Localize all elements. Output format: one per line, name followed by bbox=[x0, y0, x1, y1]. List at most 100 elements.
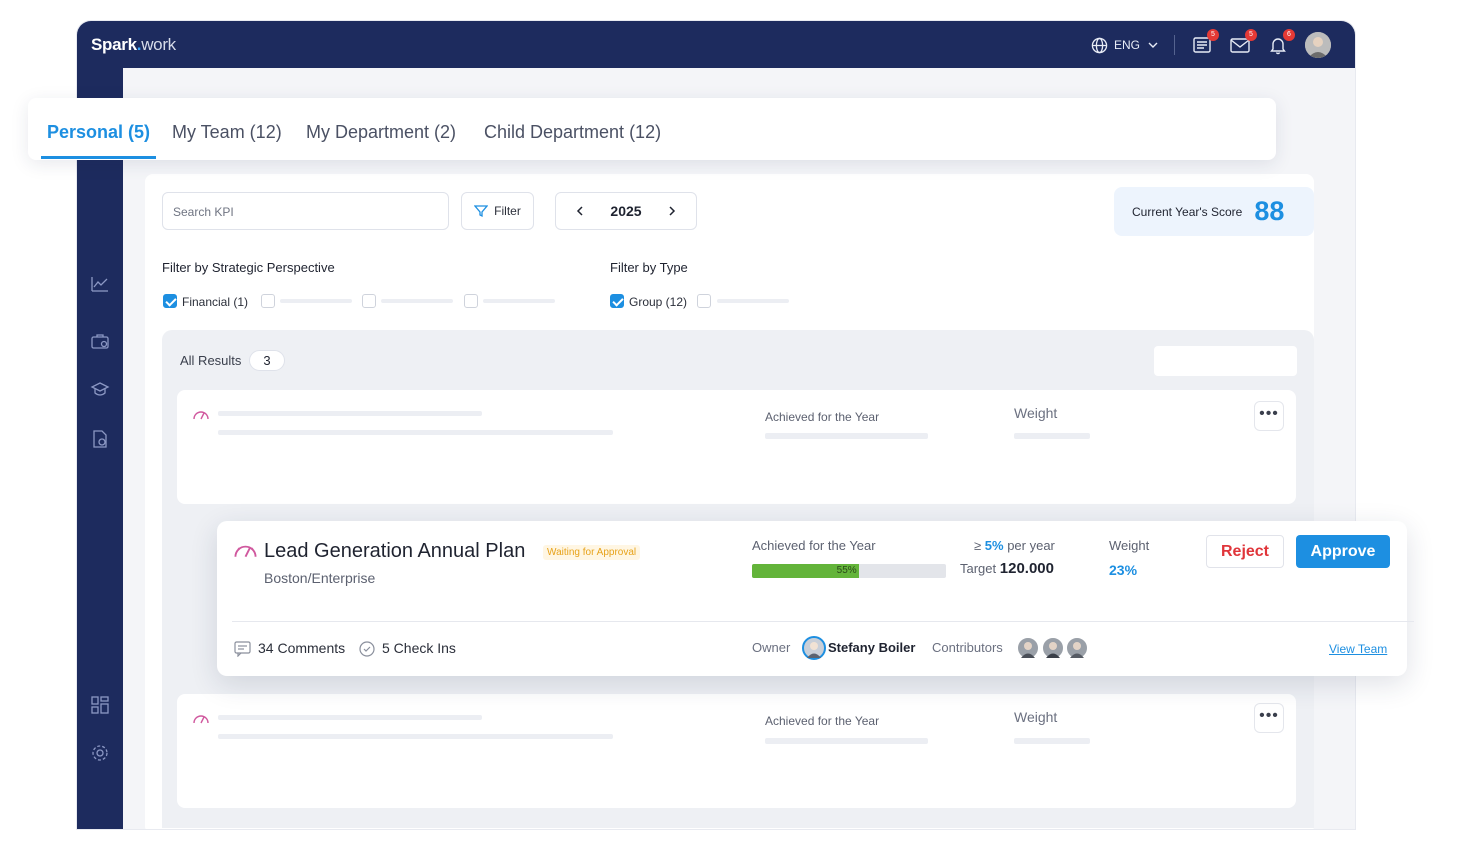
contributor-avatar[interactable] bbox=[1066, 637, 1088, 659]
approve-button[interactable]: Approve bbox=[1296, 535, 1390, 568]
owner-name[interactable]: Stefany Boiler bbox=[828, 640, 915, 655]
owner-avatar[interactable] bbox=[802, 636, 826, 660]
gauge-icon bbox=[193, 411, 209, 420]
achieved-label: Achieved for the Year bbox=[765, 410, 880, 424]
contributors-label: Contributors bbox=[932, 640, 1003, 655]
group-checkbox-label: Group (12) bbox=[629, 295, 688, 309]
filter-icon bbox=[474, 205, 489, 218]
language-selector[interactable]: ENG bbox=[1091, 37, 1160, 54]
graduation-icon[interactable] bbox=[90, 380, 110, 400]
progress-fill: 55% bbox=[752, 564, 859, 578]
filter-button[interactable]: Filter bbox=[461, 192, 534, 230]
achieved-label: Achieved for the Year bbox=[752, 538, 876, 553]
skeleton-line bbox=[483, 299, 555, 303]
active-tab-indicator bbox=[41, 156, 156, 159]
weight-label: Weight bbox=[1014, 709, 1058, 725]
document-icon[interactable] bbox=[90, 429, 110, 449]
skeleton-line bbox=[218, 715, 482, 720]
reject-button[interactable]: Reject bbox=[1206, 535, 1284, 568]
logo[interactable]: Spark.work bbox=[91, 35, 176, 55]
user-avatar[interactable] bbox=[1305, 32, 1331, 58]
messages-badge: 5 bbox=[1245, 29, 1257, 41]
contributor-avatar-image bbox=[1070, 642, 1084, 658]
kpi-title[interactable]: Lead Generation Annual Plan bbox=[264, 540, 525, 563]
contributor-avatar[interactable] bbox=[1042, 637, 1064, 659]
results-count: 3 bbox=[249, 350, 285, 371]
financial-checkbox[interactable] bbox=[163, 294, 177, 308]
skeleton-line bbox=[765, 738, 928, 744]
target-label: Target bbox=[960, 561, 997, 576]
kpi-subtitle: Boston/Enterprise bbox=[264, 570, 376, 586]
top-right-controls: ENG 5 5 6 bbox=[1091, 29, 1331, 59]
filter-label: Filter bbox=[494, 204, 521, 218]
language-label: ENG bbox=[1113, 38, 1140, 52]
skeleton-line bbox=[1014, 433, 1090, 439]
tasks-button[interactable]: 5 bbox=[1191, 29, 1219, 56]
skeleton-line bbox=[717, 299, 789, 303]
group-checkbox[interactable] bbox=[610, 294, 624, 308]
tab-personal[interactable]: Personal (5) bbox=[47, 122, 150, 143]
score-label: Current Year's Score bbox=[1132, 204, 1243, 219]
goal-value: 5% bbox=[984, 538, 1004, 553]
owner-avatar-image bbox=[807, 642, 821, 658]
type-checkbox-2[interactable] bbox=[697, 294, 711, 308]
gear-icon[interactable] bbox=[90, 743, 110, 763]
chevron-down-icon bbox=[1148, 42, 1158, 48]
tasks-badge: 5 bbox=[1207, 29, 1219, 41]
kpi-card-placeholder[interactable]: Achieved for the Year Weight ••• bbox=[177, 694, 1296, 808]
contributor-avatar[interactable] bbox=[1017, 637, 1039, 659]
kpi-card-placeholder[interactable]: Achieved for the Year Weight ••• bbox=[177, 390, 1296, 504]
kpi-card[interactable]: Lead Generation Annual Plan Waiting for … bbox=[217, 521, 1414, 676]
more-options-button[interactable]: ••• bbox=[1254, 703, 1284, 733]
more-options-button[interactable]: ••• bbox=[1254, 401, 1284, 431]
weight-label: Weight bbox=[1014, 405, 1058, 421]
perspective-checkbox-4[interactable] bbox=[464, 294, 478, 308]
top-bar: Spark.work ENG 5 5 6 bbox=[77, 21, 1355, 68]
comment-icon bbox=[234, 641, 251, 657]
user-avatar-image bbox=[1305, 32, 1331, 58]
chevron-right-icon[interactable] bbox=[666, 205, 678, 217]
skeleton-line bbox=[381, 299, 453, 303]
goal-prefix: ≥ bbox=[974, 538, 982, 553]
comments-link[interactable]: 34 Comments bbox=[258, 640, 345, 656]
tab-my-department[interactable]: My Department (2) bbox=[306, 122, 456, 143]
weight-value: 23% bbox=[1109, 562, 1138, 578]
goal-suffix: per year bbox=[1007, 538, 1055, 553]
sort-control[interactable] bbox=[1154, 346, 1297, 376]
skeleton-line bbox=[218, 734, 613, 739]
year-value: 2025 bbox=[610, 203, 642, 219]
perspective-filter-title: Filter by Strategic Perspective bbox=[162, 260, 335, 275]
view-team-link[interactable]: View Team bbox=[1329, 642, 1387, 656]
chart-icon[interactable] bbox=[90, 274, 110, 294]
perspective-checkbox-3[interactable] bbox=[362, 294, 376, 308]
logo-text: Spark bbox=[91, 35, 137, 54]
tab-child-department[interactable]: Child Department (12) bbox=[484, 122, 661, 143]
gauge-icon bbox=[234, 545, 257, 558]
achieved-label: Achieved for the Year bbox=[765, 714, 880, 728]
briefcase-icon[interactable] bbox=[90, 331, 110, 351]
skeleton-line bbox=[765, 433, 928, 439]
notifications-button[interactable]: 6 bbox=[1267, 29, 1295, 56]
dashboard-icon[interactable] bbox=[90, 695, 110, 715]
globe-icon bbox=[1091, 37, 1108, 53]
messages-button[interactable]: 5 bbox=[1229, 29, 1257, 56]
chevron-left-icon[interactable] bbox=[574, 205, 586, 217]
skeleton-line bbox=[218, 411, 482, 416]
gauge-icon bbox=[193, 715, 209, 724]
check-circle-icon bbox=[359, 641, 375, 657]
skeleton-line bbox=[218, 430, 613, 435]
owner-label: Owner bbox=[752, 640, 791, 655]
divider bbox=[1174, 35, 1175, 55]
target-text: Target 120.000 bbox=[960, 560, 1054, 577]
year-score: Current Year's Score 88 bbox=[1114, 187, 1314, 236]
tab-my-team[interactable]: My Team (12) bbox=[172, 122, 282, 143]
sidebar bbox=[77, 68, 123, 829]
contributor-avatar-image bbox=[1021, 642, 1035, 658]
goal-text: ≥ 5% per year bbox=[974, 538, 1055, 553]
checkins-link[interactable]: 5 Check Ins bbox=[382, 640, 456, 656]
contributor-avatar-image bbox=[1046, 642, 1060, 658]
search-input[interactable]: Search KPI bbox=[162, 192, 449, 230]
financial-checkbox-label: Financial (1) bbox=[182, 295, 249, 309]
progress-label: 55% bbox=[836, 565, 857, 576]
perspective-checkbox-2[interactable] bbox=[261, 294, 275, 308]
